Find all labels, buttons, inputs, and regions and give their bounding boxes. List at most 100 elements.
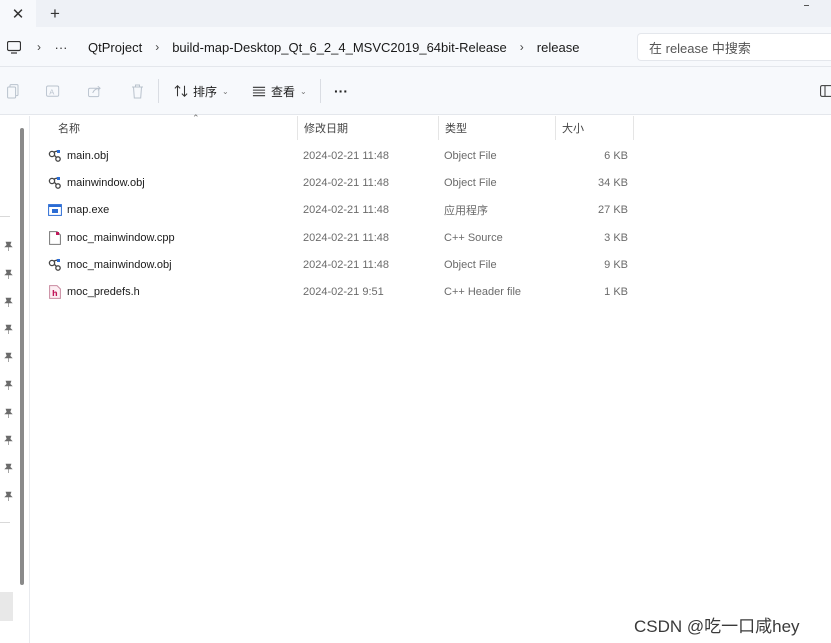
more-options-button[interactable]: ···	[334, 79, 348, 103]
chevron-right-icon[interactable]: ›	[146, 40, 168, 54]
breadcrumb-overflow-button[interactable]: ···	[50, 40, 72, 55]
navigation-pane	[0, 116, 18, 643]
search-input[interactable]: 在 release 中搜索	[637, 33, 831, 61]
pin-icon[interactable]	[2, 434, 14, 446]
file-row[interactable]: map.exe 2024-02-21 11:48 应用程序 27 KB	[30, 196, 640, 223]
file-size: 27 KB	[598, 203, 628, 216]
column-name-label: 名称	[58, 123, 80, 135]
details-pane-icon	[819, 84, 831, 98]
pin-icon[interactable]	[2, 407, 14, 419]
sort-button[interactable]: 排序 ⌄	[174, 79, 229, 103]
column-header-date[interactable]: 修改日期	[298, 116, 439, 140]
command-bar: A 排序 ⌄ 查看 ⌄ ···	[0, 67, 831, 115]
file-name: moc_mainwindow.cpp	[67, 231, 175, 244]
column-header-size[interactable]: 大小	[556, 116, 634, 140]
pin-icon[interactable]	[2, 323, 14, 335]
column-header-name[interactable]: 名称 ⌃	[52, 113, 298, 140]
toolbar-divider	[320, 79, 321, 103]
this-pc-icon[interactable]	[0, 33, 28, 61]
nav-scrollbar[interactable]	[20, 128, 24, 585]
breadcrumb-item-build-folder[interactable]: build-map-Desktop_Qt_6_2_4_MSVC2019_64bi…	[168, 40, 511, 55]
file-name-cell[interactable]: map.exe	[48, 196, 109, 223]
rename-icon: A	[46, 84, 60, 98]
file-name-cell[interactable]: mainwindow.obj	[48, 169, 145, 196]
file-date: 2024-02-21 9:51	[303, 285, 384, 298]
file-type: 应用程序	[444, 204, 488, 217]
file-row[interactable]: h moc_predefs.h 2024-02-21 9:51 C++ Header …	[30, 278, 640, 305]
nav-divider	[0, 522, 10, 523]
file-name-cell[interactable]: moc_mainwindow.obj	[48, 251, 172, 278]
column-header: 名称 ⌃ 修改日期 类型 大小	[30, 113, 831, 140]
pin-icon[interactable]	[2, 351, 14, 363]
delete-button[interactable]	[130, 79, 144, 103]
file-type: Object File	[444, 176, 497, 189]
cpp-file-icon	[48, 230, 62, 245]
exe-file-icon	[48, 203, 62, 217]
header-file-icon: h	[48, 284, 62, 299]
chevron-down-icon: ⌄	[222, 86, 229, 96]
copy-button[interactable]	[6, 79, 20, 103]
share-button[interactable]	[88, 79, 102, 103]
file-name: moc_mainwindow.obj	[67, 258, 172, 271]
nav-divider	[0, 216, 10, 217]
svg-text:A: A	[49, 87, 55, 96]
column-type-label: 类型	[445, 123, 467, 135]
file-size: 1 KB	[604, 285, 628, 298]
file-date: 2024-02-21 11:48	[303, 149, 390, 162]
share-icon	[88, 84, 102, 98]
details-pane-button[interactable]	[819, 79, 831, 103]
tab-bar: ✕ + ⎯	[0, 0, 831, 27]
chevron-down-icon: ⌄	[300, 86, 307, 96]
file-name-cell[interactable]: h moc_predefs.h	[48, 278, 140, 305]
breadcrumb-item-release[interactable]: release	[533, 40, 584, 55]
file-name: mainwindow.obj	[67, 176, 145, 189]
nav-scroll-handle[interactable]	[0, 592, 13, 621]
file-date: 2024-02-21 11:48	[303, 231, 390, 244]
breadcrumb-item-qtproject[interactable]: QtProject	[84, 40, 146, 55]
file-type: C++ Source	[444, 231, 503, 244]
file-name-cell[interactable]: main.obj	[48, 142, 109, 169]
column-header-type[interactable]: 类型	[439, 116, 556, 140]
delete-icon	[130, 84, 144, 98]
view-button[interactable]: 查看 ⌄	[252, 79, 307, 103]
file-name-cell[interactable]: moc_mainwindow.cpp	[48, 224, 175, 251]
new-tab-button[interactable]: +	[44, 3, 66, 25]
copy-icon	[6, 83, 20, 98]
file-name: map.exe	[67, 203, 110, 216]
address-bar: › ··· QtProject › build-map-Desktop_Qt_6…	[0, 27, 831, 67]
obj-file-icon	[48, 176, 62, 190]
chevron-right-icon[interactable]: ›	[511, 40, 533, 54]
close-icon: ✕	[11, 5, 25, 23]
minimize-button[interactable]: ⎯	[804, 0, 809, 11]
file-size: 9 KB	[604, 258, 628, 271]
more-icon: ···	[334, 83, 348, 99]
file-size: 34 KB	[598, 176, 628, 189]
pin-icon[interactable]	[2, 490, 14, 502]
pin-icon[interactable]	[2, 268, 14, 280]
pin-icon[interactable]	[2, 296, 14, 308]
sort-label: 排序	[193, 84, 218, 99]
view-label: 查看	[271, 84, 296, 99]
obj-file-icon	[48, 149, 62, 163]
file-date: 2024-02-21 11:48	[303, 258, 390, 271]
file-row[interactable]: main.obj 2024-02-21 11:48 Object File 6 KB	[30, 142, 640, 169]
pin-icon[interactable]	[2, 379, 14, 391]
tab-close-button[interactable]: ✕	[0, 0, 36, 27]
rename-button[interactable]: A	[46, 79, 60, 103]
breadcrumb[interactable]: › ··· QtProject › build-map-Desktop_Qt_6…	[0, 33, 629, 61]
plus-icon: +	[50, 4, 60, 23]
file-date: 2024-02-21 11:48	[303, 176, 390, 189]
toolbar-divider	[158, 79, 159, 103]
sort-icon	[174, 84, 188, 98]
chevron-right-icon[interactable]: ›	[28, 40, 50, 54]
file-size: 3 KB	[604, 231, 628, 244]
file-date: 2024-02-21 11:48	[303, 203, 390, 216]
file-row[interactable]: moc_mainwindow.cpp 2024-02-21 11:48 C++ So…	[30, 224, 640, 251]
pin-icon[interactable]	[2, 240, 14, 252]
svg-text:h: h	[52, 289, 58, 298]
pin-icon[interactable]	[2, 462, 14, 474]
file-type: C++ Header file	[444, 285, 522, 298]
file-name: main.obj	[67, 149, 109, 162]
file-row[interactable]: moc_mainwindow.obj 2024-02-21 11:48 Object…	[30, 251, 640, 278]
file-row[interactable]: mainwindow.obj 2024-02-21 11:48 Object Fil…	[30, 169, 640, 196]
